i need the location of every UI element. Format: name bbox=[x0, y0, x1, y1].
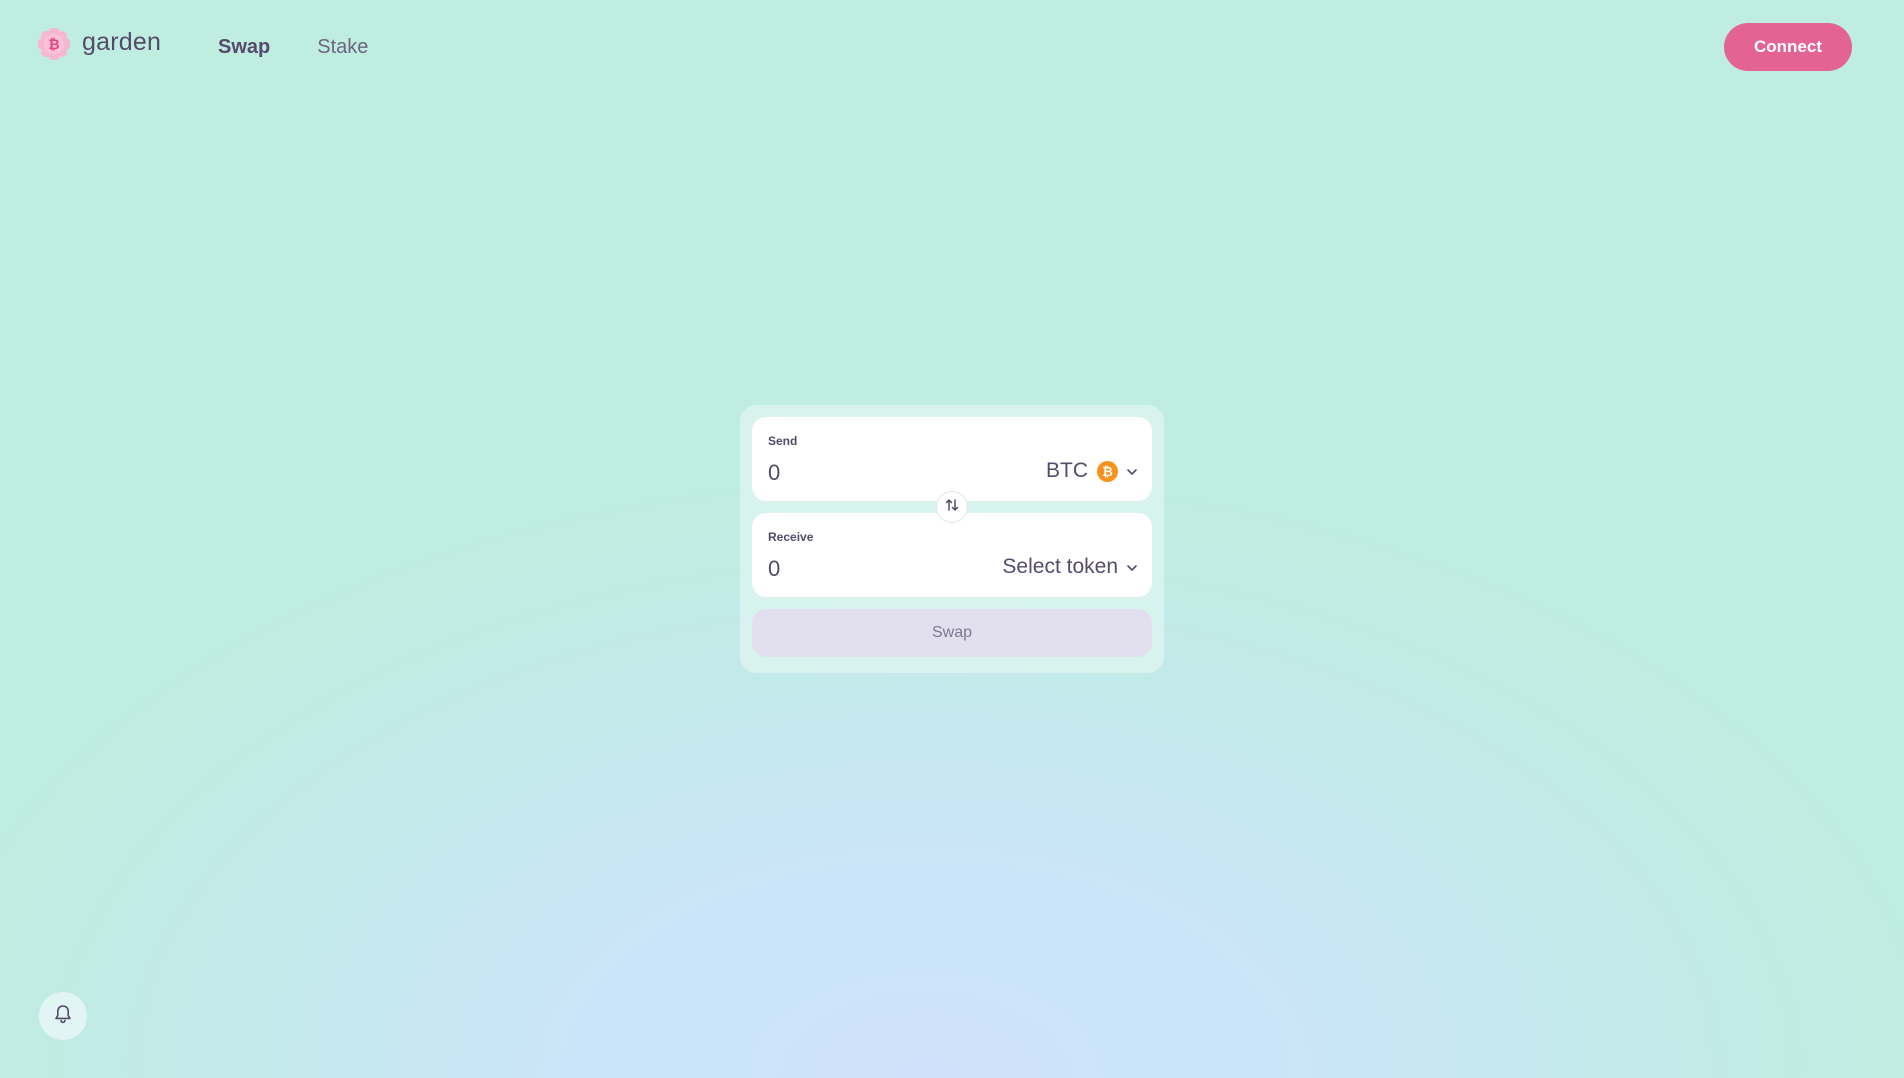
bell-icon bbox=[54, 1004, 72, 1029]
nav-swap[interactable]: Swap bbox=[218, 34, 270, 60]
chevron-down-icon bbox=[1126, 561, 1138, 573]
swap-submit-button[interactable]: Swap bbox=[752, 609, 1152, 657]
connect-wallet-button[interactable]: Connect bbox=[1724, 23, 1852, 71]
send-panel: Send BTC ₿ bbox=[752, 417, 1152, 501]
send-label: Send bbox=[768, 434, 798, 448]
receive-amount-input[interactable] bbox=[768, 555, 948, 583]
send-token-selector[interactable]: BTC ₿ bbox=[1046, 457, 1138, 485]
svg-text:₿: ₿ bbox=[48, 36, 59, 52]
receive-panel: Receive Select token bbox=[752, 513, 1152, 597]
receive-label: Receive bbox=[768, 530, 814, 544]
chevron-down-icon bbox=[1126, 465, 1138, 477]
swap-card: Send BTC ₿ Receive Select token Swap bbox=[740, 405, 1164, 673]
receive-token-name: Select token bbox=[1002, 555, 1118, 578]
top-header: ₿ garden Swap Stake Connect bbox=[0, 0, 1904, 94]
receive-token-selector[interactable]: Select token bbox=[1002, 553, 1138, 581]
garden-logo-icon: ₿ bbox=[37, 27, 71, 61]
flip-direction-button[interactable] bbox=[936, 491, 968, 523]
btc-icon: ₿ bbox=[1097, 460, 1118, 482]
swap-arrows-icon bbox=[944, 497, 960, 518]
main-nav: Swap Stake bbox=[218, 34, 368, 60]
nav-stake[interactable]: Stake bbox=[317, 34, 368, 60]
brand-logo[interactable]: ₿ garden bbox=[37, 27, 162, 61]
send-token-name: BTC bbox=[1046, 459, 1088, 482]
send-amount-input[interactable] bbox=[768, 459, 948, 487]
brand-name: garden bbox=[82, 28, 162, 56]
notifications-button[interactable] bbox=[39, 992, 87, 1040]
